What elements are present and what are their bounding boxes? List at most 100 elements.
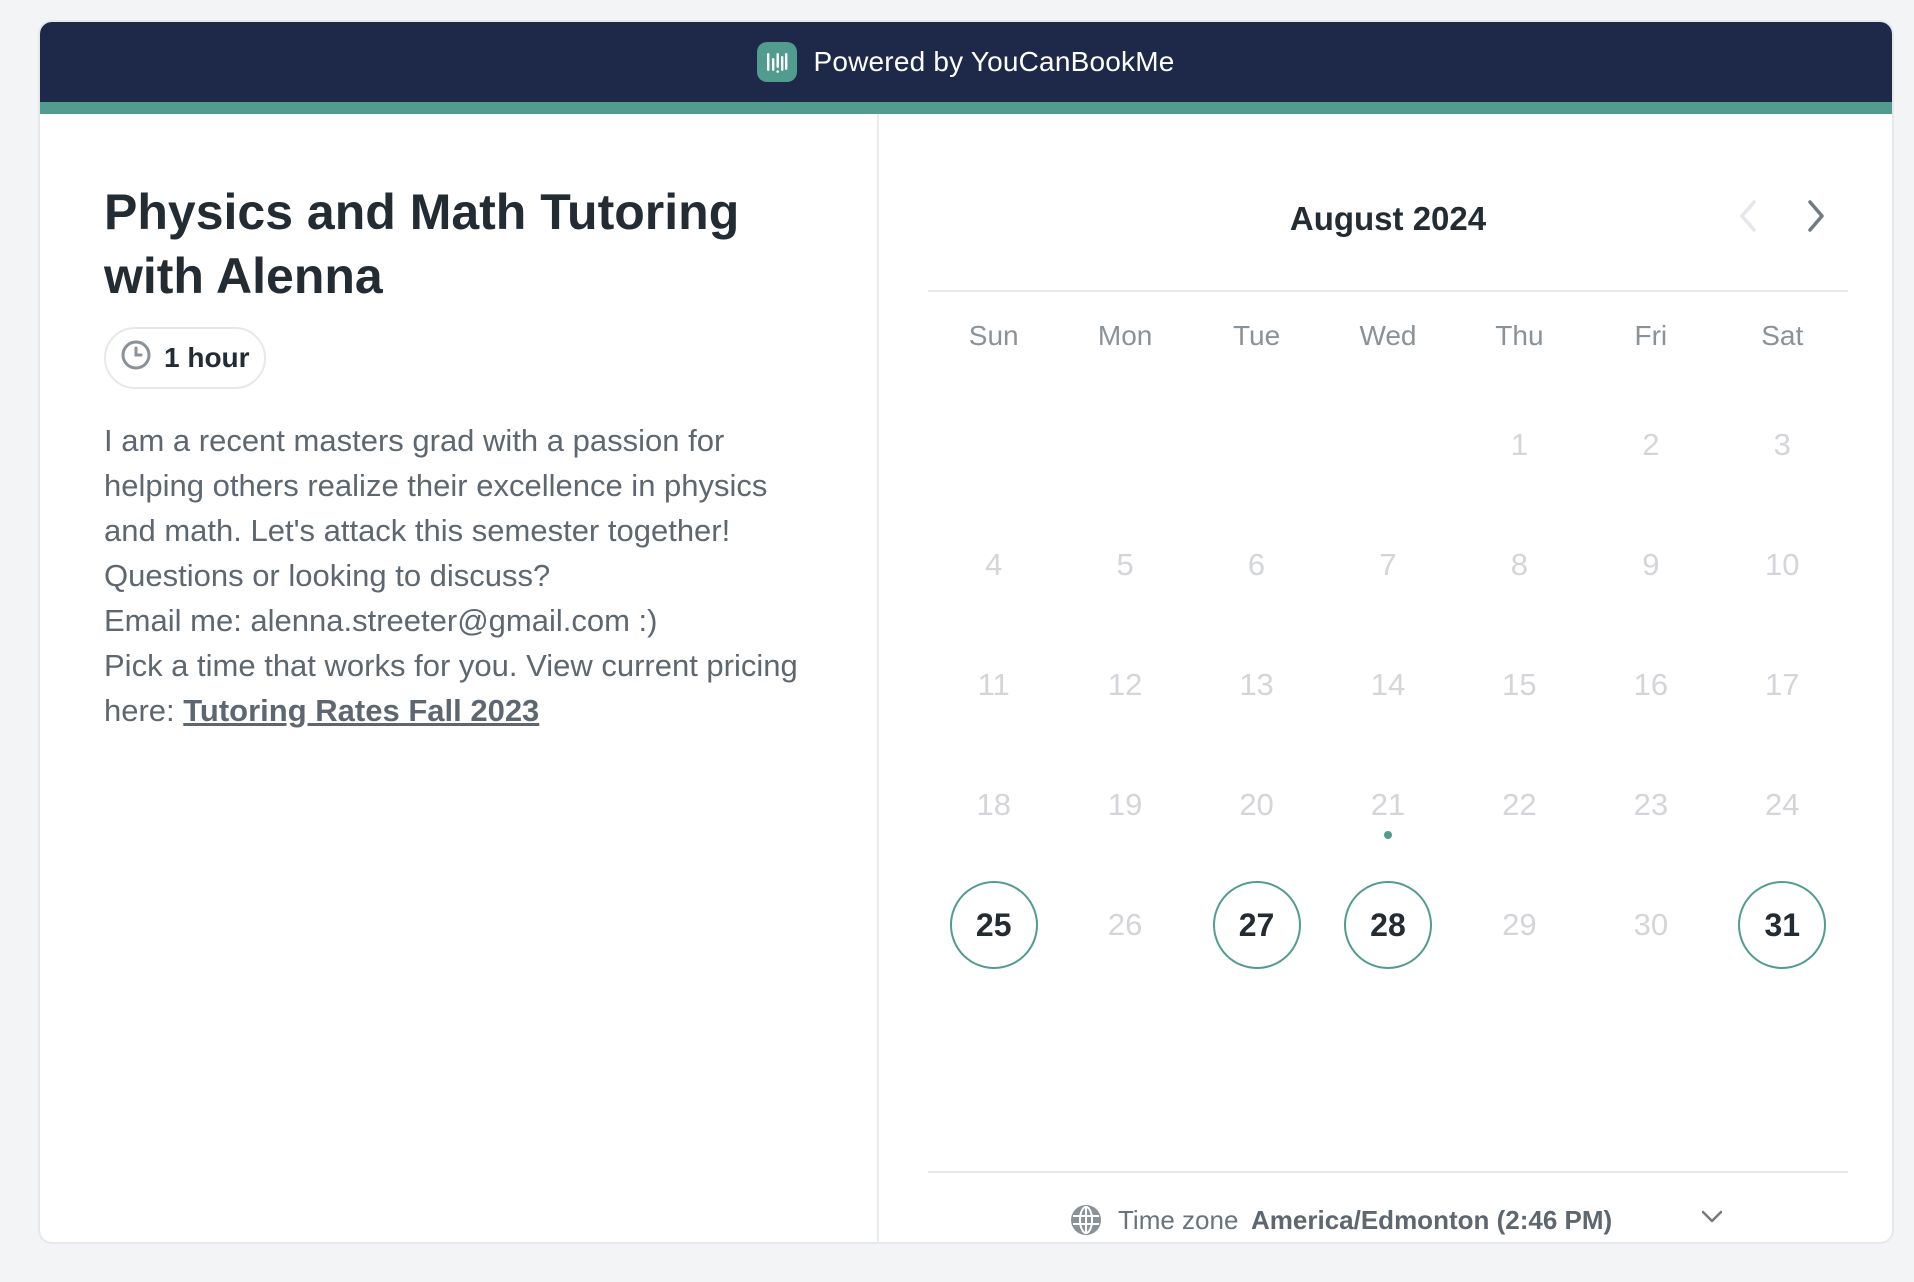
empty-day-cell (1191, 385, 1322, 505)
next-month-button[interactable] (1796, 198, 1836, 238)
date-number: 14 (1370, 667, 1406, 702)
date-number: 23 (1633, 787, 1669, 822)
weekday-label: Wed (1359, 320, 1417, 351)
available-date-button[interactable]: 27 (1191, 865, 1322, 985)
weekday-header: Sun Mon Tue Wed Thu Fri Sat (928, 320, 1848, 352)
unavailable-date: 9 (1585, 505, 1716, 625)
date-number: 28 (1370, 906, 1406, 943)
unavailable-date: 3 (1717, 385, 1848, 505)
booking-card: Powered by YouCanBookMe Physics and Math… (38, 20, 1894, 1244)
date-number: 5 (1116, 547, 1134, 582)
date-number: 22 (1502, 787, 1537, 822)
clock-icon (120, 339, 152, 378)
description-email: Email me: alenna.streeter@gmail.com :) (104, 603, 658, 638)
date-number: 7 (1379, 547, 1397, 582)
date-number: 6 (1247, 547, 1266, 582)
header-bar: Powered by YouCanBookMe (40, 22, 1892, 102)
unavailable-date: 14 (1322, 625, 1453, 745)
globe-icon (1070, 1204, 1102, 1241)
date-number: 30 (1633, 907, 1669, 942)
date-number: 9 (1642, 547, 1660, 582)
unavailable-date: 26 (1059, 865, 1190, 985)
accent-band (40, 102, 1892, 114)
date-number: 31 (1764, 906, 1801, 943)
unavailable-date: 10 (1717, 505, 1848, 625)
chevron-down-icon[interactable] (1700, 1208, 1724, 1229)
weekday-label: Thu (1495, 320, 1544, 351)
date-number: 20 (1239, 787, 1274, 822)
calendar-week-row: 1 2 3 (928, 385, 1848, 505)
unavailable-date: 17 (1717, 625, 1848, 745)
date-number: 11 (977, 667, 1010, 702)
date-number: 15 (1502, 667, 1537, 702)
unavailable-date: 7 (1322, 505, 1453, 625)
empty-day-cell (1059, 385, 1190, 505)
date-grid: 1 2 3 4 5 6 7 8 9 10 11 12 13 14 15 16 17 18 19 20 21 22 23 24 2… (928, 385, 1848, 985)
weekday-label: Tue (1232, 320, 1281, 351)
previous-month-button[interactable] (1728, 198, 1768, 238)
calendar-week-row: 4 5 6 7 8 9 10 (928, 505, 1848, 625)
unavailable-date: 30 (1585, 865, 1716, 985)
unavailable-date: 8 (1454, 505, 1585, 625)
date-number: 16 (1633, 667, 1669, 702)
chevron-right-icon (1805, 199, 1827, 238)
empty-day-cell (928, 385, 1059, 505)
youcanbookme-logo-icon (757, 42, 798, 82)
unavailable-date: 4 (928, 505, 1059, 625)
event-details-panel: Physics and Math Tutoring with Alenna 1 … (40, 114, 879, 1242)
date-number: 3 (1773, 427, 1791, 462)
unavailable-date: 24 (1717, 745, 1848, 865)
date-number: 24 (1765, 787, 1800, 822)
unavailable-date: 29 (1454, 865, 1585, 985)
chevron-left-icon (1737, 199, 1759, 238)
duration-label: 1 hour (164, 342, 250, 373)
powered-by-text: Powered by YouCanBookMe (813, 46, 1175, 77)
unavailable-date: 23 (1585, 745, 1716, 865)
calendar-week-row: 18 19 20 21 22 23 24 (928, 745, 1848, 865)
unavailable-date: 6 (1191, 505, 1322, 625)
weekday-label: Mon (1097, 320, 1153, 351)
event-description: I am a recent masters grad with a passio… (104, 418, 824, 733)
unavailable-date: 1 (1454, 385, 1585, 505)
calendar-bottom-divider (928, 1171, 1848, 1173)
unavailable-date: 18 (928, 745, 1059, 865)
date-number: 1 (1510, 427, 1529, 462)
date-number: 4 (985, 547, 1003, 582)
unavailable-date: 21 (1322, 745, 1453, 865)
available-date-button[interactable]: 31 (1717, 865, 1848, 985)
date-number: 12 (1107, 667, 1143, 702)
date-number: 25 (975, 906, 1012, 943)
today-indicator-dot (1383, 831, 1392, 839)
weekday-label: Sat (1761, 320, 1804, 351)
date-number: 8 (1510, 547, 1529, 582)
timezone-value[interactable]: America/Edmonton (2:46 PM) (1251, 1205, 1612, 1236)
date-number: 18 (976, 787, 1011, 822)
date-number: 29 (1502, 907, 1537, 942)
calendar-top-divider (928, 290, 1848, 292)
month-header: August 2024 (928, 184, 1848, 252)
unavailable-date: 20 (1191, 745, 1322, 865)
available-date-button[interactable]: 28 (1322, 865, 1453, 985)
calendar-week-row: 25 26 27 28 29 30 31 (928, 865, 1848, 985)
unavailable-date: 19 (1059, 745, 1190, 865)
calendar: August 2024 Sun Mon Tue Wed Thu Fri Sat 123456… (928, 114, 1848, 1242)
date-number: 2 (1642, 427, 1660, 462)
unavailable-date: 12 (1059, 625, 1190, 745)
description-pricing: Pick a time that works for you. View cur… (104, 643, 824, 733)
date-number: 21 (1370, 787, 1406, 822)
pricing-link[interactable]: Tutoring Rates Fall 2023 (183, 693, 539, 728)
unavailable-date: 5 (1059, 505, 1190, 625)
timezone-selector[interactable]: Time zone America/Edmonton (2:46 PM) (928, 1196, 1848, 1242)
unavailable-date: 15 (1454, 625, 1585, 745)
unavailable-date: 13 (1191, 625, 1322, 745)
unavailable-date: 2 (1585, 385, 1716, 505)
date-number: 27 (1238, 906, 1275, 943)
description-paragraph: I am a recent masters grad with a passio… (104, 423, 768, 593)
calendar-week-row: 11 12 13 14 15 16 17 (928, 625, 1848, 745)
date-number: 10 (1765, 547, 1800, 582)
date-number: 13 (1239, 667, 1274, 702)
available-date-button[interactable]: 25 (928, 865, 1059, 985)
calendar-panel: August 2024 Sun Mon Tue Wed Thu Fri Sat 123456… (881, 114, 1892, 1242)
duration-badge: 1 hour (104, 327, 266, 389)
date-number: 17 (1765, 667, 1800, 702)
